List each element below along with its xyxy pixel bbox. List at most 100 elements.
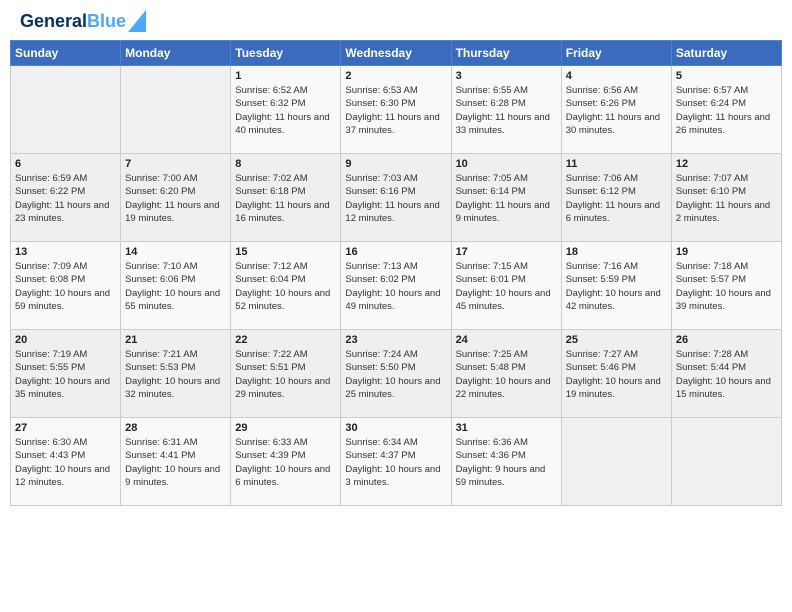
calendar-cell: 25 Sunrise: 7:27 AM Sunset: 5:46 PM Dayli… (561, 330, 671, 418)
day-info: Sunrise: 7:09 AM Sunset: 6:08 PM Dayligh… (15, 260, 116, 313)
day-info: Sunrise: 6:59 AM Sunset: 6:22 PM Dayligh… (15, 172, 116, 225)
day-info: Sunrise: 6:55 AM Sunset: 6:28 PM Dayligh… (456, 84, 557, 137)
calendar-cell: 3 Sunrise: 6:55 AM Sunset: 6:28 PM Daylig… (451, 66, 561, 154)
day-info: Sunrise: 7:06 AM Sunset: 6:12 PM Dayligh… (566, 172, 667, 225)
day-number: 18 (566, 246, 667, 258)
day-number: 8 (235, 158, 336, 170)
day-info: Sunrise: 7:28 AM Sunset: 5:44 PM Dayligh… (676, 348, 777, 401)
calendar-cell (11, 66, 121, 154)
day-number: 3 (456, 70, 557, 82)
weekday-header: Tuesday (231, 41, 341, 66)
day-number: 5 (676, 70, 777, 82)
calendar-cell: 4 Sunrise: 6:56 AM Sunset: 6:26 PM Daylig… (561, 66, 671, 154)
calendar-cell: 2Sunrise: 6:53 AM Sunset: 6:30 PM Daylig… (341, 66, 451, 154)
day-number: 15 (235, 246, 336, 258)
day-number: 31 (456, 422, 557, 434)
day-info: Sunrise: 6:57 AM Sunset: 6:24 PM Dayligh… (676, 84, 777, 137)
calendar-cell: 23Sunrise: 7:24 AM Sunset: 5:50 PM Dayli… (341, 330, 451, 418)
logo-text: GeneralBlue (20, 12, 126, 32)
day-info: Sunrise: 7:07 AM Sunset: 6:10 PM Dayligh… (676, 172, 777, 225)
day-info: Sunrise: 7:19 AM Sunset: 5:55 PM Dayligh… (15, 348, 116, 401)
calendar-table: SundayMondayTuesdayWednesdayThursdayFrid… (10, 40, 782, 506)
calendar-cell: 6Sunrise: 6:59 AM Sunset: 6:22 PM Daylig… (11, 154, 121, 242)
calendar-week-row: 6Sunrise: 6:59 AM Sunset: 6:22 PM Daylig… (11, 154, 782, 242)
day-info: Sunrise: 7:18 AM Sunset: 5:57 PM Dayligh… (676, 260, 777, 313)
day-number: 20 (15, 334, 116, 346)
day-info: Sunrise: 7:25 AM Sunset: 5:48 PM Dayligh… (456, 348, 557, 401)
day-info: Sunrise: 7:15 AM Sunset: 6:01 PM Dayligh… (456, 260, 557, 313)
day-info: Sunrise: 7:00 AM Sunset: 6:20 PM Dayligh… (125, 172, 226, 225)
day-info: Sunrise: 7:13 AM Sunset: 6:02 PM Dayligh… (345, 260, 446, 313)
weekday-header: Saturday (671, 41, 781, 66)
day-number: 29 (235, 422, 336, 434)
weekday-header: Wednesday (341, 41, 451, 66)
logo-icon (128, 10, 146, 32)
calendar-cell: 21Sunrise: 7:21 AM Sunset: 5:53 PM Dayli… (121, 330, 231, 418)
weekday-header: Thursday (451, 41, 561, 66)
calendar-cell: 19 Sunrise: 7:18 AM Sunset: 5:57 PM Dayli… (671, 242, 781, 330)
calendar-cell: 1Sunrise: 6:52 AM Sunset: 6:32 PM Daylig… (231, 66, 341, 154)
day-number: 27 (15, 422, 116, 434)
calendar-cell: 30Sunrise: 6:34 AM Sunset: 4:37 PM Dayli… (341, 418, 451, 506)
day-number: 21 (125, 334, 226, 346)
day-info: Sunrise: 7:22 AM Sunset: 5:51 PM Dayligh… (235, 348, 336, 401)
calendar-cell: 20 Sunrise: 7:19 AM Sunset: 5:55 PM Dayli… (11, 330, 121, 418)
calendar-cell: 13 Sunrise: 7:09 AM Sunset: 6:08 PM Dayli… (11, 242, 121, 330)
day-number: 14 (125, 246, 226, 258)
calendar-week-row: 27 Sunrise: 6:30 AM Sunset: 4:43 PM Dayli… (11, 418, 782, 506)
weekday-header: Sunday (11, 41, 121, 66)
calendar-cell: 10 Sunrise: 7:05 AM Sunset: 6:14 PM Dayli… (451, 154, 561, 242)
calendar-cell: 9Sunrise: 7:03 AM Sunset: 6:16 PM Daylig… (341, 154, 451, 242)
calendar-header: SundayMondayTuesdayWednesdayThursdayFrid… (11, 41, 782, 66)
calendar-cell: 12Sunrise: 7:07 AM Sunset: 6:10 PM Dayli… (671, 154, 781, 242)
calendar-week-row: 20 Sunrise: 7:19 AM Sunset: 5:55 PM Dayli… (11, 330, 782, 418)
calendar-cell: 11 Sunrise: 7:06 AM Sunset: 6:12 PM Dayli… (561, 154, 671, 242)
page-header: GeneralBlue (0, 0, 792, 40)
calendar-cell: 24 Sunrise: 7:25 AM Sunset: 5:48 PM Dayli… (451, 330, 561, 418)
day-number: 9 (345, 158, 446, 170)
calendar-cell: 29 Sunrise: 6:33 AM Sunset: 4:39 PM Dayli… (231, 418, 341, 506)
day-info: Sunrise: 6:33 AM Sunset: 4:39 PM Dayligh… (235, 436, 336, 489)
day-number: 10 (456, 158, 557, 170)
day-number: 23 (345, 334, 446, 346)
day-info: Sunrise: 7:16 AM Sunset: 5:59 PM Dayligh… (566, 260, 667, 313)
calendar-week-row: 13 Sunrise: 7:09 AM Sunset: 6:08 PM Dayli… (11, 242, 782, 330)
day-number: 24 (456, 334, 557, 346)
day-info: Sunrise: 6:30 AM Sunset: 4:43 PM Dayligh… (15, 436, 116, 489)
calendar-cell: 8 Sunrise: 7:02 AM Sunset: 6:18 PM Daylig… (231, 154, 341, 242)
calendar-cell: 16 Sunrise: 7:13 AM Sunset: 6:02 PM Dayli… (341, 242, 451, 330)
calendar-cell: 15 Sunrise: 7:12 AM Sunset: 6:04 PM Dayli… (231, 242, 341, 330)
calendar-cell (671, 418, 781, 506)
day-number: 13 (15, 246, 116, 258)
calendar-cell: 28 Sunrise: 6:31 AM Sunset: 4:41 PM Dayli… (121, 418, 231, 506)
day-info: Sunrise: 7:02 AM Sunset: 6:18 PM Dayligh… (235, 172, 336, 225)
day-info: Sunrise: 6:31 AM Sunset: 4:41 PM Dayligh… (125, 436, 226, 489)
calendar-cell: 27 Sunrise: 6:30 AM Sunset: 4:43 PM Dayli… (11, 418, 121, 506)
calendar-cell: 17 Sunrise: 7:15 AM Sunset: 6:01 PM Dayli… (451, 242, 561, 330)
day-number: 1 (235, 70, 336, 82)
day-info: Sunrise: 7:27 AM Sunset: 5:46 PM Dayligh… (566, 348, 667, 401)
calendar-wrap: SundayMondayTuesdayWednesdayThursdayFrid… (0, 40, 792, 516)
day-number: 19 (676, 246, 777, 258)
calendar-cell: 31 Sunrise: 6:36 AM Sunset: 4:36 PM Dayli… (451, 418, 561, 506)
day-number: 26 (676, 334, 777, 346)
day-info: Sunrise: 6:36 AM Sunset: 4:36 PM Dayligh… (456, 436, 557, 489)
day-info: Sunrise: 7:05 AM Sunset: 6:14 PM Dayligh… (456, 172, 557, 225)
day-number: 25 (566, 334, 667, 346)
day-info: Sunrise: 7:10 AM Sunset: 6:06 PM Dayligh… (125, 260, 226, 313)
calendar-cell: 22Sunrise: 7:22 AM Sunset: 5:51 PM Dayli… (231, 330, 341, 418)
logo: GeneralBlue (20, 12, 146, 32)
day-number: 28 (125, 422, 226, 434)
day-info: Sunrise: 6:53 AM Sunset: 6:30 PM Dayligh… (345, 84, 446, 137)
day-number: 17 (456, 246, 557, 258)
day-info: Sunrise: 7:12 AM Sunset: 6:04 PM Dayligh… (235, 260, 336, 313)
day-number: 4 (566, 70, 667, 82)
day-number: 11 (566, 158, 667, 170)
calendar-cell: 14 Sunrise: 7:10 AM Sunset: 6:06 PM Dayli… (121, 242, 231, 330)
calendar-cell: 5 Sunrise: 6:57 AM Sunset: 6:24 PM Daylig… (671, 66, 781, 154)
calendar-week-row: 1Sunrise: 6:52 AM Sunset: 6:32 PM Daylig… (11, 66, 782, 154)
day-info: Sunrise: 6:56 AM Sunset: 6:26 PM Dayligh… (566, 84, 667, 137)
day-info: Sunrise: 6:34 AM Sunset: 4:37 PM Dayligh… (345, 436, 446, 489)
day-number: 16 (345, 246, 446, 258)
weekday-header: Friday (561, 41, 671, 66)
